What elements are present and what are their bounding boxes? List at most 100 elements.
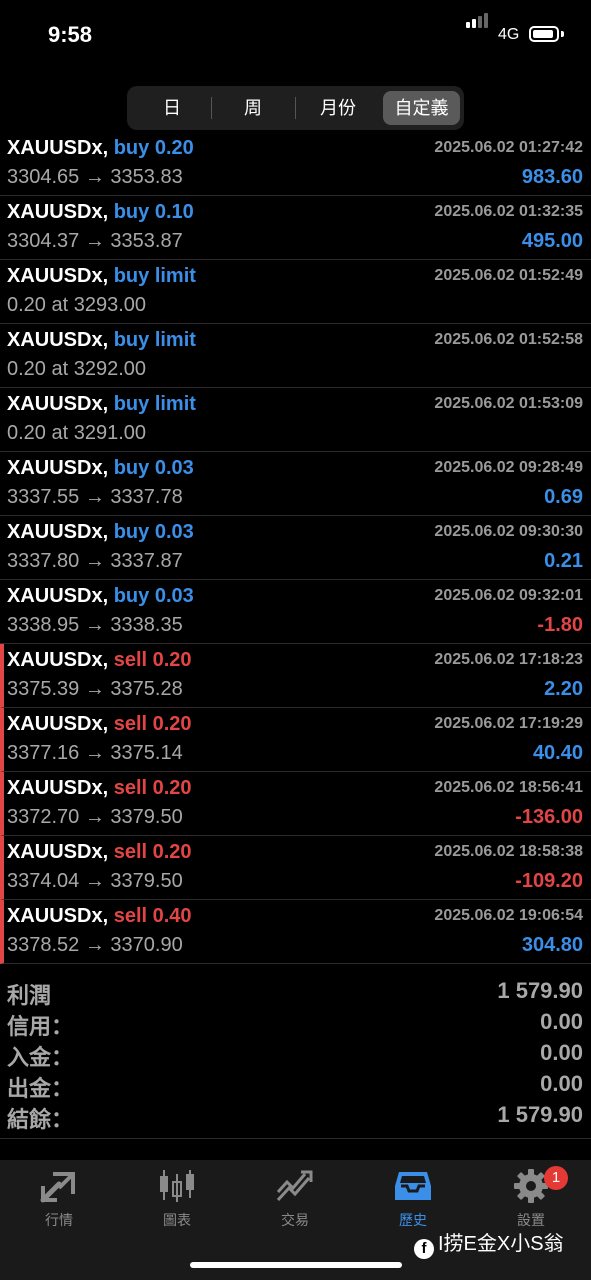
summary-label: 出金： <box>7 1076 74 1101</box>
period-segmented-control: 日 周 月份 自定義 <box>127 86 464 130</box>
summary-value: 1 579.90 <box>497 978 583 1003</box>
trade-symbol: XAUUSDx, <box>7 841 109 863</box>
trade-order-type: sell 0.20 <box>113 777 192 799</box>
trade-row[interactable]: XAUUSDx, buy limit 2025.06.02 01:52:49 0.2… <box>0 260 591 324</box>
trade-row[interactable]: XAUUSDx, buy 0.03 2025.06.02 09:32:01 3338… <box>0 580 591 644</box>
trade-symbol: XAUUSDx, <box>7 265 109 287</box>
trade-symbol-line: XAUUSDx, buy limit <box>7 393 196 416</box>
trade-symbol-line: XAUUSDx, buy limit <box>7 329 196 352</box>
trade-profit: 2.20 <box>544 678 583 700</box>
segment-month[interactable]: 月份 <box>296 91 380 125</box>
trade-prices: 3337.80 → 3337.87 <box>7 550 183 572</box>
trade-order-type: buy 0.10 <box>113 201 194 223</box>
summary-row: 出金： 0.00 <box>0 1069 591 1101</box>
tab-history[interactable]: 歷史 <box>354 1168 472 1230</box>
trade-time: 2025.06.02 01:53:09 <box>434 395 583 412</box>
account-summary: 利潤 1 579.90 信用： 0.00 入金： 0.00 出金： 0.00 結餘： 1 579.… <box>0 976 591 1139</box>
summary-row: 入金： 0.00 <box>0 1038 591 1070</box>
trade-time: 2025.06.02 18:58:38 <box>434 843 583 860</box>
trade-symbol-line: XAUUSDx, sell 0.20 <box>7 649 192 672</box>
tab-chart-label: 圖表 <box>163 1212 191 1228</box>
trade-order-type: buy 0.03 <box>113 521 194 543</box>
trade-symbol-line: XAUUSDx, buy 0.20 <box>7 137 194 160</box>
trade-symbol-line: XAUUSDx, sell 0.20 <box>7 841 192 864</box>
summary-value: 0.00 <box>540 1009 583 1034</box>
tab-settings[interactable]: 設置 <box>472 1168 590 1230</box>
inbox-tray-icon <box>395 1172 431 1200</box>
trade-order-type: buy 0.20 <box>113 137 194 159</box>
trade-row[interactable]: XAUUSDx, sell 0.20 2025.06.02 17:19:29 337… <box>0 708 591 772</box>
tab-trade[interactable]: 交易 <box>236 1168 354 1230</box>
trade-history-list: XAUUSDx, buy 0.20 2025.06.02 01:27:42 3304… <box>0 132 591 964</box>
trade-time: 2025.06.02 01:52:49 <box>434 267 583 284</box>
trade-row[interactable]: XAUUSDx, buy limit 2025.06.02 01:52:58 0.2… <box>0 324 591 388</box>
watermark-text: I捞E金X小S翁 <box>438 1233 564 1255</box>
trade-symbol: XAUUSDx, <box>7 201 109 223</box>
trade-profit: 983.60 <box>521 166 583 188</box>
trade-row[interactable]: XAUUSDx, buy 0.20 2025.06.02 01:27:42 3304… <box>0 132 591 196</box>
trade-profit: 495.00 <box>521 230 583 252</box>
summary-value: 0.00 <box>540 1071 583 1096</box>
trade-symbol: XAUUSDx, <box>7 905 109 927</box>
segment-week[interactable]: 周 <box>212 91 294 125</box>
trade-symbol: XAUUSDx, <box>7 585 109 607</box>
trade-prices: 3374.04 → 3379.50 <box>7 870 183 892</box>
trade-prices: 3338.95 → 3338.35 <box>7 614 183 636</box>
trade-row[interactable]: XAUUSDx, buy 0.03 2025.06.02 09:28:49 3337… <box>0 452 591 516</box>
tab-quotes-label: 行情 <box>45 1212 73 1228</box>
candlestick-icon <box>160 1170 194 1202</box>
trade-prices: 3378.52 → 3370.90 <box>7 934 183 956</box>
status-bar: 9:58 4G <box>0 0 591 72</box>
trade-prices: 0.20 at 3293.00 <box>7 294 147 316</box>
trade-symbol-line: XAUUSDx, sell 0.20 <box>7 777 192 800</box>
trade-symbol: XAUUSDx, <box>7 137 109 159</box>
trade-row[interactable]: XAUUSDx, buy limit 2025.06.02 01:53:09 0.2… <box>0 388 591 452</box>
trade-row[interactable]: XAUUSDx, buy 0.03 2025.06.02 09:30:30 3337… <box>0 516 591 580</box>
trade-order-type: buy limit <box>113 329 196 351</box>
trade-prices: 3375.39 → 3375.28 <box>7 678 183 700</box>
tab-quotes[interactable]: 行情 <box>0 1168 118 1230</box>
trade-symbol: XAUUSDx, <box>7 393 109 415</box>
home-indicator <box>190 1262 402 1268</box>
trade-time: 2025.06.02 18:56:41 <box>434 779 583 796</box>
trade-symbol: XAUUSDx, <box>7 329 109 351</box>
trade-symbol: XAUUSDx, <box>7 457 109 479</box>
trade-order-type: buy limit <box>113 265 196 287</box>
segment-day[interactable]: 日 <box>133 91 211 125</box>
trade-row[interactable]: XAUUSDx, sell 0.20 2025.06.02 18:58:38 337… <box>0 836 591 900</box>
summary-row: 結餘： 1 579.90 <box>0 1100 591 1132</box>
trade-symbol-line: XAUUSDx, buy 0.10 <box>7 201 194 224</box>
trade-order-type: sell 0.20 <box>113 713 192 735</box>
battery-icon <box>529 26 559 42</box>
trade-time: 2025.06.02 01:52:58 <box>434 331 583 348</box>
trade-symbol: XAUUSDx, <box>7 713 109 735</box>
trade-symbol-line: XAUUSDx, sell 0.40 <box>7 905 192 928</box>
trade-symbol-line: XAUUSDx, sell 0.20 <box>7 713 192 736</box>
tab-chart[interactable]: 圖表 <box>118 1168 236 1230</box>
trade-profit: -1.80 <box>537 614 583 636</box>
segment-custom[interactable]: 自定義 <box>383 91 460 125</box>
trade-time: 2025.06.02 19:06:54 <box>434 907 583 924</box>
trade-profit: 0.21 <box>544 550 583 572</box>
trade-profit: 0.69 <box>544 486 583 508</box>
trade-order-type: sell 0.40 <box>113 905 192 927</box>
trade-time: 2025.06.02 01:27:42 <box>434 139 583 156</box>
trade-symbol-line: XAUUSDx, buy 0.03 <box>7 457 194 480</box>
trade-profit: 304.80 <box>521 934 583 956</box>
trade-prices: 0.20 at 3291.00 <box>7 422 147 444</box>
trade-time: 2025.06.02 17:18:23 <box>434 651 583 668</box>
summary-label: 入金： <box>7 1045 74 1070</box>
arrows-icon <box>40 1172 75 1203</box>
trade-prices: 3304.37 → 3353.87 <box>7 230 183 252</box>
summary-label: 利潤 <box>7 983 52 1008</box>
trade-row[interactable]: XAUUSDx, buy 0.10 2025.06.02 01:32:35 3304… <box>0 196 591 260</box>
trade-row[interactable]: XAUUSDx, sell 0.40 2025.06.02 19:06:54 337… <box>0 900 591 964</box>
clock: 9:58 <box>48 22 93 47</box>
trade-row[interactable]: XAUUSDx, sell 0.20 2025.06.02 17:18:23 337… <box>0 644 591 708</box>
summary-label: 結餘： <box>7 1107 74 1132</box>
trade-order-type: buy 0.03 <box>113 585 194 607</box>
trade-prices: 3372.70 → 3379.50 <box>7 806 183 828</box>
trade-profit: -136.00 <box>515 806 583 828</box>
trade-row[interactable]: XAUUSDx, sell 0.20 2025.06.02 18:56:41 337… <box>0 772 591 836</box>
trade-order-type: sell 0.20 <box>113 841 192 863</box>
